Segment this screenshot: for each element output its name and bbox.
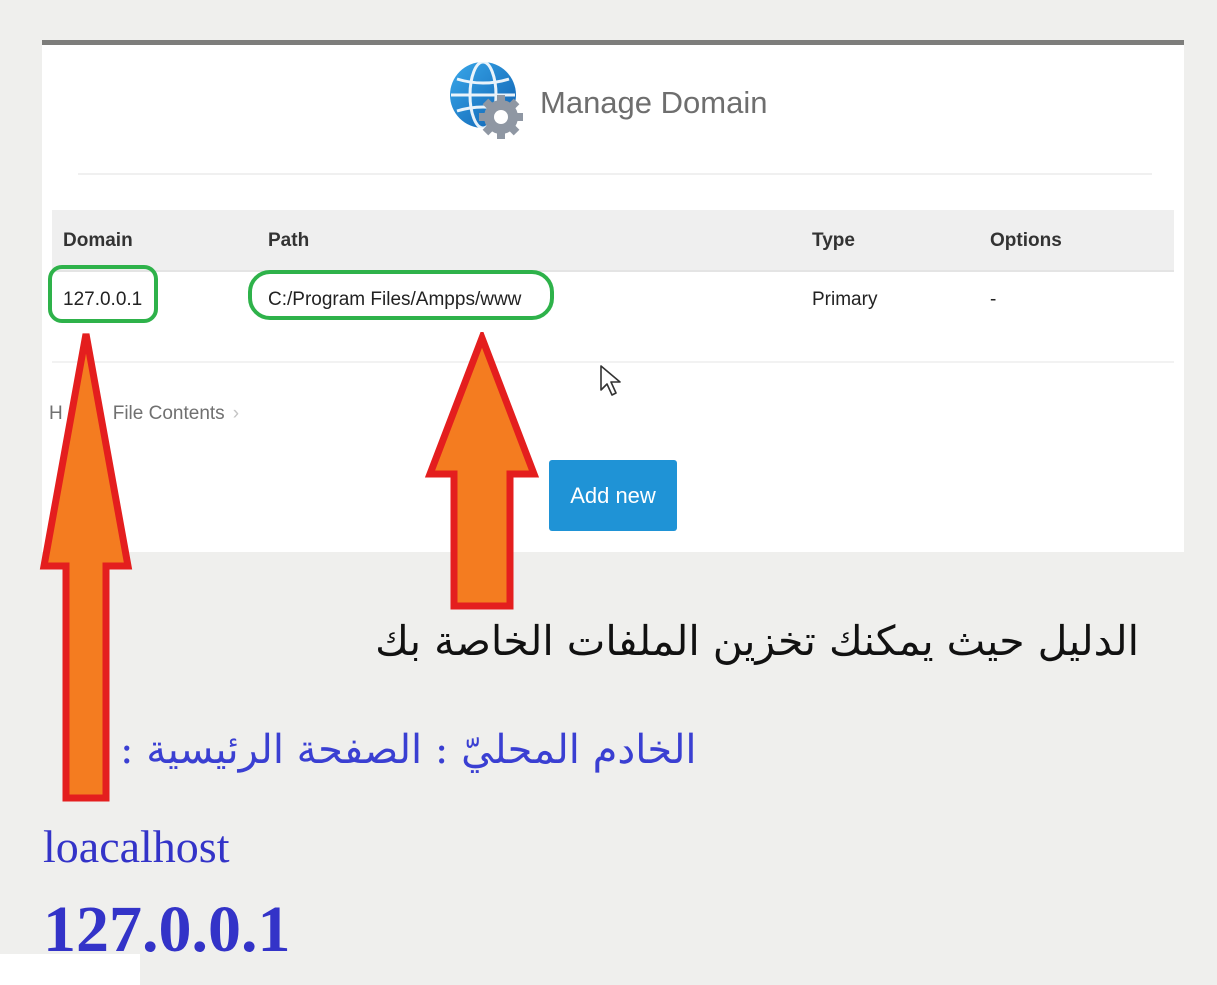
mouse-cursor-icon: [600, 365, 621, 396]
divider: [78, 173, 1152, 175]
path-caption: الدليل حيث يمكنك تخزين الملفات الخاصة بك: [375, 617, 1139, 665]
arrow-up-icon: [424, 332, 540, 610]
options-cell: -: [990, 289, 997, 310]
type-cell: Primary: [812, 289, 878, 310]
panel-header: Manage Domain: [447, 57, 847, 147]
column-header-type: Type: [812, 230, 855, 251]
manage-domain-panel: Manage Domain Domain Path Type Options 1…: [42, 40, 1184, 552]
column-header-domain: Domain: [63, 230, 133, 251]
add-new-button[interactable]: Add new: [549, 460, 677, 531]
column-header-path: Path: [268, 230, 310, 251]
page-title: Manage Domain: [540, 85, 768, 120]
localhost-text: loacalhost: [43, 821, 230, 872]
chevron-right-icon: ›: [232, 403, 240, 424]
highlight-oval-path: [248, 270, 554, 320]
bottom-strip: [0, 954, 140, 985]
column-header-options: Options: [990, 230, 1062, 251]
row-divider: [52, 361, 1174, 363]
globe-gear-icon: [450, 60, 523, 139]
localhost-caption: الخادم المحليّ : الصفحة الرئيسية :: [120, 727, 697, 773]
table-header: Domain Path Type Options: [52, 210, 1174, 272]
highlight-oval-domain: [48, 265, 158, 323]
